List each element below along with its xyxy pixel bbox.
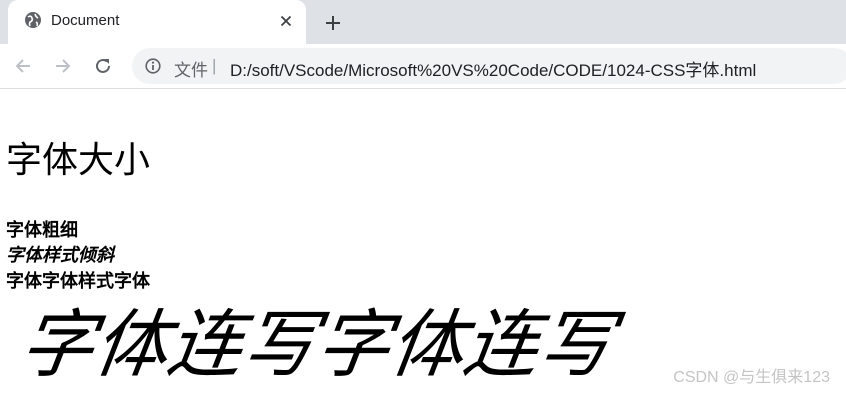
arrow-left-icon[interactable] <box>10 53 36 79</box>
tab-title: Document <box>51 12 120 29</box>
tab-strip: Document <box>0 0 846 44</box>
csdn-watermark: CSDN @与生俱来123 <box>673 369 830 386</box>
reload-icon[interactable] <box>90 53 116 79</box>
arrow-right-icon[interactable] <box>50 53 76 79</box>
page-content: 字体大小 字体粗细 字体样式倾斜 字体字体样式字体 字体连写字体连写 CSDN … <box>0 89 846 395</box>
close-icon[interactable] <box>276 11 296 31</box>
separator: | <box>212 56 217 75</box>
address-bar[interactable]: 文件 | D:/soft/VScode/Microsoft%20VS%20Cod… <box>132 48 846 84</box>
security-label[interactable]: 文件 <box>174 56 208 81</box>
font-shorthand-big-text: 字体连写字体连写 <box>14 302 619 388</box>
url-text[interactable]: D:/soft/VScode/Microsoft%20VS%20Code/COD… <box>230 56 756 81</box>
globe-icon <box>24 11 42 29</box>
font-size-heading: 字体大小 <box>6 139 151 180</box>
browser-toolbar: 文件 | D:/soft/VScode/Microsoft%20VS%20Cod… <box>0 44 846 89</box>
font-weight-text: 字体粗细 <box>6 220 78 240</box>
info-icon[interactable] <box>145 58 161 74</box>
tab-document[interactable]: Document <box>8 0 306 44</box>
plus-icon[interactable] <box>321 11 345 35</box>
font-style-italic-text: 字体样式倾斜 <box>6 245 114 265</box>
